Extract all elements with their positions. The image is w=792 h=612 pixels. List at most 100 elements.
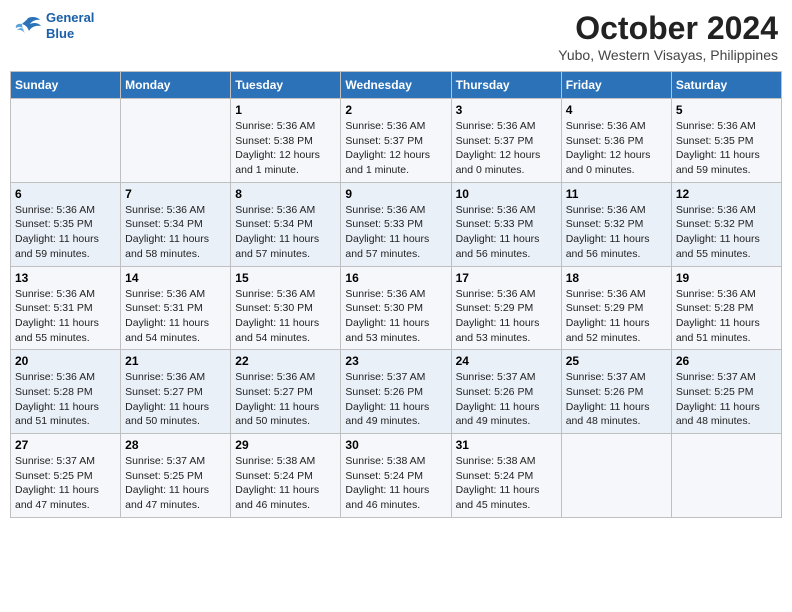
calendar-cell: 4 Sunrise: 5:36 AM Sunset: 5:36 PM Daylig… [561,99,671,183]
day-number: 26 [676,354,777,368]
weekday-monday: Monday [121,72,231,99]
calendar-week-2: 13 Sunrise: 5:36 AM Sunset: 5:31 PM Dayli… [11,266,782,350]
calendar-cell [671,434,781,518]
day-info: Sunrise: 5:37 AM Sunset: 5:26 PM Dayligh… [456,370,557,429]
day-info: Sunrise: 5:36 AM Sunset: 5:32 PM Dayligh… [676,203,777,262]
calendar-cell: 8 Sunrise: 5:36 AM Sunset: 5:34 PM Daylig… [231,182,341,266]
day-info: Sunrise: 5:36 AM Sunset: 5:33 PM Dayligh… [456,203,557,262]
day-number: 23 [345,354,446,368]
calendar-cell: 26 Sunrise: 5:37 AM Sunset: 5:25 PM Dayli… [671,350,781,434]
calendar-cell: 3 Sunrise: 5:36 AM Sunset: 5:37 PM Daylig… [451,99,561,183]
day-info: Sunrise: 5:38 AM Sunset: 5:24 PM Dayligh… [345,454,446,513]
day-number: 30 [345,438,446,452]
month-title: October 2024 [558,10,778,47]
calendar-table: SundayMondayTuesdayWednesdayThursdayFrid… [10,71,782,518]
calendar-week-3: 20Sunrise: 5:36 AM Sunset: 5:28 PM Dayli… [11,350,782,434]
calendar-cell: 22Sunrise: 5:36 AM Sunset: 5:27 PM Dayli… [231,350,341,434]
day-info: Sunrise: 5:37 AM Sunset: 5:25 PM Dayligh… [676,370,777,429]
day-info: Sunrise: 5:37 AM Sunset: 5:26 PM Dayligh… [566,370,667,429]
weekday-sunday: Sunday [11,72,121,99]
weekday-wednesday: Wednesday [341,72,451,99]
day-info: Sunrise: 5:36 AM Sunset: 5:28 PM Dayligh… [15,370,116,429]
calendar-cell: 19 Sunrise: 5:36 AM Sunset: 5:28 PM Dayli… [671,266,781,350]
logo: General Blue [14,10,94,41]
calendar-cell [561,434,671,518]
day-number: 8 [235,187,336,201]
calendar-cell: 7Sunrise: 5:36 AM Sunset: 5:34 PM Daylig… [121,182,231,266]
calendar-cell: 16 Sunrise: 5:36 AM Sunset: 5:30 PM Dayli… [341,266,451,350]
calendar-cell: 29Sunrise: 5:38 AM Sunset: 5:24 PM Dayli… [231,434,341,518]
day-number: 13 [15,271,116,285]
day-info: Sunrise: 5:36 AM Sunset: 5:35 PM Dayligh… [15,203,116,262]
day-number: 31 [456,438,557,452]
day-info: Sunrise: 5:36 AM Sunset: 5:30 PM Dayligh… [235,287,336,346]
calendar-cell: 9 Sunrise: 5:36 AM Sunset: 5:33 PM Daylig… [341,182,451,266]
day-info: Sunrise: 5:36 AM Sunset: 5:37 PM Dayligh… [456,119,557,178]
calendar-cell [11,99,121,183]
calendar-cell: 11 Sunrise: 5:36 AM Sunset: 5:32 PM Dayli… [561,182,671,266]
calendar-week-0: 1Sunrise: 5:36 AM Sunset: 5:38 PM Daylig… [11,99,782,183]
day-info: Sunrise: 5:36 AM Sunset: 5:29 PM Dayligh… [456,287,557,346]
day-info: Sunrise: 5:37 AM Sunset: 5:26 PM Dayligh… [345,370,446,429]
calendar-cell: 30 Sunrise: 5:38 AM Sunset: 5:24 PM Dayli… [341,434,451,518]
day-info: Sunrise: 5:36 AM Sunset: 5:34 PM Dayligh… [235,203,336,262]
day-number: 29 [235,438,336,452]
day-number: 1 [235,103,336,117]
calendar-body: 1Sunrise: 5:36 AM Sunset: 5:38 PM Daylig… [11,99,782,518]
calendar-week-1: 6Sunrise: 5:36 AM Sunset: 5:35 PM Daylig… [11,182,782,266]
calendar-cell: 10Sunrise: 5:36 AM Sunset: 5:33 PM Dayli… [451,182,561,266]
day-number: 25 [566,354,667,368]
weekday-header-row: SundayMondayTuesdayWednesdayThursdayFrid… [11,72,782,99]
calendar-cell: 23 Sunrise: 5:37 AM Sunset: 5:26 PM Dayli… [341,350,451,434]
day-number: 28 [125,438,226,452]
day-info: Sunrise: 5:36 AM Sunset: 5:27 PM Dayligh… [235,370,336,429]
calendar-week-4: 27 Sunrise: 5:37 AM Sunset: 5:25 PM Dayli… [11,434,782,518]
day-info: Sunrise: 5:37 AM Sunset: 5:25 PM Dayligh… [125,454,226,513]
calendar-cell: 12 Sunrise: 5:36 AM Sunset: 5:32 PM Dayli… [671,182,781,266]
calendar-cell: 28 Sunrise: 5:37 AM Sunset: 5:25 PM Dayli… [121,434,231,518]
day-number: 21 [125,354,226,368]
weekday-tuesday: Tuesday [231,72,341,99]
day-number: 27 [15,438,116,452]
day-info: Sunrise: 5:38 AM Sunset: 5:24 PM Dayligh… [456,454,557,513]
calendar-cell: 1Sunrise: 5:36 AM Sunset: 5:38 PM Daylig… [231,99,341,183]
day-info: Sunrise: 5:36 AM Sunset: 5:35 PM Dayligh… [676,119,777,178]
day-number: 11 [566,187,667,201]
calendar-cell [121,99,231,183]
day-info: Sunrise: 5:36 AM Sunset: 5:32 PM Dayligh… [566,203,667,262]
day-info: Sunrise: 5:36 AM Sunset: 5:36 PM Dayligh… [566,119,667,178]
day-number: 2 [345,103,446,117]
day-number: 19 [676,271,777,285]
calendar-cell: 18Sunrise: 5:36 AM Sunset: 5:29 PM Dayli… [561,266,671,350]
calendar-cell: 25 Sunrise: 5:37 AM Sunset: 5:26 PM Dayli… [561,350,671,434]
day-info: Sunrise: 5:36 AM Sunset: 5:31 PM Dayligh… [15,287,116,346]
calendar-cell: 2Sunrise: 5:36 AM Sunset: 5:37 PM Daylig… [341,99,451,183]
calendar-cell: 14 Sunrise: 5:36 AM Sunset: 5:31 PM Dayli… [121,266,231,350]
day-number: 7 [125,187,226,201]
calendar-cell: 6Sunrise: 5:36 AM Sunset: 5:35 PM Daylig… [11,182,121,266]
calendar-cell: 31 Sunrise: 5:38 AM Sunset: 5:24 PM Dayli… [451,434,561,518]
day-number: 16 [345,271,446,285]
calendar-cell: 13 Sunrise: 5:36 AM Sunset: 5:31 PM Dayli… [11,266,121,350]
day-info: Sunrise: 5:36 AM Sunset: 5:27 PM Dayligh… [125,370,226,429]
calendar-cell: 15 Sunrise: 5:36 AM Sunset: 5:30 PM Dayli… [231,266,341,350]
calendar-cell: 27 Sunrise: 5:37 AM Sunset: 5:25 PM Dayli… [11,434,121,518]
day-number: 9 [345,187,446,201]
day-info: Sunrise: 5:36 AM Sunset: 5:28 PM Dayligh… [676,287,777,346]
logo-text: General Blue [46,10,94,41]
day-number: 15 [235,271,336,285]
day-info: Sunrise: 5:36 AM Sunset: 5:33 PM Dayligh… [345,203,446,262]
calendar-cell: 17 Sunrise: 5:36 AM Sunset: 5:29 PM Dayli… [451,266,561,350]
day-info: Sunrise: 5:37 AM Sunset: 5:25 PM Dayligh… [15,454,116,513]
day-number: 3 [456,103,557,117]
calendar-cell: 24 Sunrise: 5:37 AM Sunset: 5:26 PM Dayli… [451,350,561,434]
day-number: 12 [676,187,777,201]
day-number: 14 [125,271,226,285]
day-number: 24 [456,354,557,368]
day-info: Sunrise: 5:36 AM Sunset: 5:30 PM Dayligh… [345,287,446,346]
day-info: Sunrise: 5:36 AM Sunset: 5:29 PM Dayligh… [566,287,667,346]
location: Yubo, Western Visayas, Philippines [558,47,778,63]
day-info: Sunrise: 5:36 AM Sunset: 5:31 PM Dayligh… [125,287,226,346]
day-number: 17 [456,271,557,285]
day-number: 4 [566,103,667,117]
